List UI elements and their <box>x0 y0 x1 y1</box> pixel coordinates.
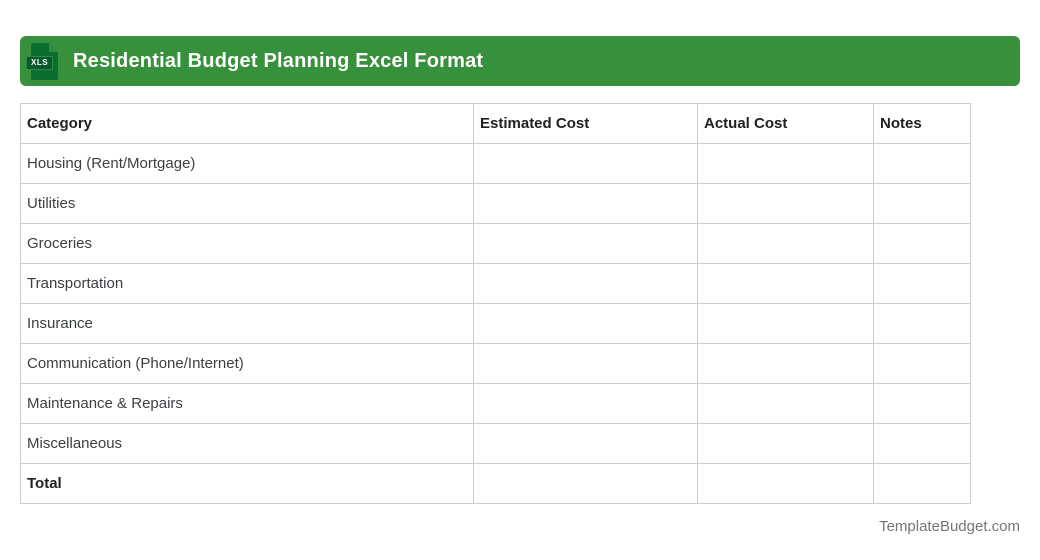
category-cell: Communication (Phone/Internet) <box>20 343 474 384</box>
estimated-cost-cell <box>473 263 698 304</box>
actual-cost-cell <box>697 143 874 184</box>
column-header-category: Category <box>20 103 474 144</box>
notes-cell <box>873 423 971 464</box>
footer-site-text: TemplateBudget.com <box>879 518 1020 535</box>
notes-cell <box>873 263 971 304</box>
estimated-cost-cell <box>473 143 698 184</box>
category-cell: Total <box>20 463 474 504</box>
table-row: Groceries <box>20 223 971 264</box>
table-row: Transportation <box>20 263 971 304</box>
table-row: Communication (Phone/Internet) <box>20 343 971 384</box>
xls-icon-label: XLS <box>26 55 54 70</box>
notes-cell <box>873 223 971 264</box>
estimated-cost-cell <box>473 223 698 264</box>
notes-cell <box>873 183 971 224</box>
actual-cost-cell <box>697 383 874 424</box>
column-header-notes: Notes <box>873 103 971 144</box>
column-header-actual-cost: Actual Cost <box>697 103 874 144</box>
actual-cost-cell <box>697 423 874 464</box>
actual-cost-cell <box>697 303 874 344</box>
notes-cell <box>873 463 971 504</box>
actual-cost-cell <box>697 463 874 504</box>
table-row: Miscellaneous <box>20 423 971 464</box>
table-row: Housing (Rent/Mortgage) <box>20 143 971 184</box>
category-cell: Housing (Rent/Mortgage) <box>20 143 474 184</box>
table-row: Insurance <box>20 303 971 344</box>
title-banner: XLS Residential Budget Planning Excel Fo… <box>20 36 1020 86</box>
estimated-cost-cell <box>473 183 698 224</box>
notes-cell <box>873 383 971 424</box>
estimated-cost-cell <box>473 423 698 464</box>
category-cell: Transportation <box>20 263 474 304</box>
notes-cell <box>873 303 971 344</box>
notes-cell <box>873 343 971 384</box>
table-row: Utilities <box>20 183 971 224</box>
estimated-cost-cell <box>473 303 698 344</box>
category-cell: Utilities <box>20 183 474 224</box>
category-cell: Insurance <box>20 303 474 344</box>
budget-table: Category Estimated Cost Actual Cost Note… <box>20 103 971 504</box>
column-header-estimated-cost: Estimated Cost <box>473 103 698 144</box>
page-title: Residential Budget Planning Excel Format <box>73 49 484 72</box>
table-row: Maintenance & Repairs <box>20 383 971 424</box>
category-cell: Groceries <box>20 223 474 264</box>
actual-cost-cell <box>697 343 874 384</box>
xls-file-icon: XLS <box>26 42 58 80</box>
actual-cost-cell <box>697 183 874 224</box>
table-row-total: Total <box>20 463 971 504</box>
estimated-cost-cell <box>473 383 698 424</box>
category-cell: Maintenance & Repairs <box>20 383 474 424</box>
estimated-cost-cell <box>473 463 698 504</box>
actual-cost-cell <box>697 223 874 264</box>
notes-cell <box>873 143 971 184</box>
actual-cost-cell <box>697 263 874 304</box>
table-header-row: Category Estimated Cost Actual Cost Note… <box>20 103 971 144</box>
category-cell: Miscellaneous <box>20 423 474 464</box>
estimated-cost-cell <box>473 343 698 384</box>
